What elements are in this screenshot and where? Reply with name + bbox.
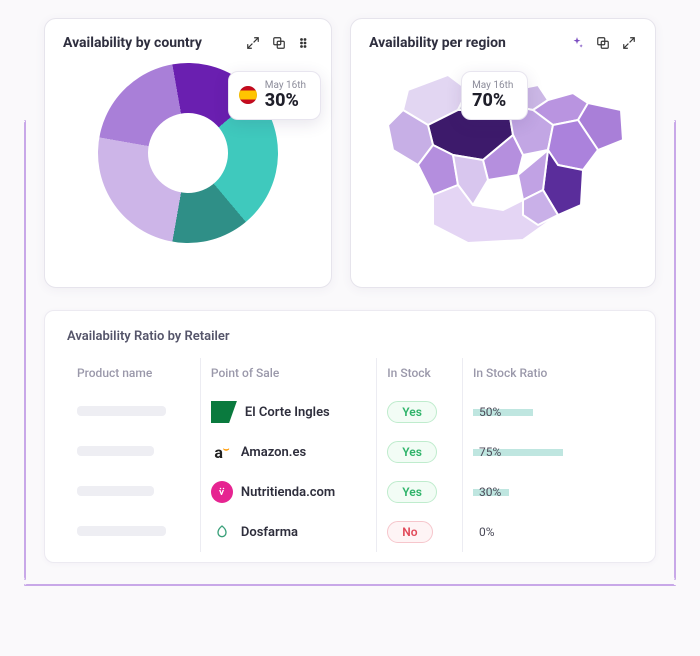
tooltip-percent: 70%: [472, 91, 513, 111]
card-availability-by-country: Availability by country May 16th 30%: [44, 18, 332, 288]
ratio-label: 30%: [473, 485, 501, 499]
copy-icon[interactable]: [271, 35, 287, 51]
retailer-cell: Nutritienda.com: [211, 481, 366, 503]
in-stock-pill: Yes: [387, 441, 437, 463]
table-row: Dosfarma No 0%: [67, 512, 633, 552]
product-name-placeholder: [77, 446, 154, 456]
retailer-table: Product name Point of Sale In Stock In S…: [67, 358, 633, 552]
ratio-cell: 0%: [473, 525, 593, 540]
ratio-label: 75%: [473, 445, 501, 459]
in-stock-pill: No: [387, 521, 432, 543]
retailer-name: Amazon.es: [241, 445, 306, 460]
col-in-stock: In Stock: [377, 358, 463, 392]
product-name-placeholder: [77, 526, 166, 536]
in-stock-pill: Yes: [387, 481, 437, 503]
decorative-dashed-bottom: [24, 584, 676, 586]
product-name-placeholder: [77, 406, 166, 416]
ratio-label: 0%: [473, 525, 495, 539]
expand-icon[interactable]: [245, 35, 261, 51]
retailer-cell: Dosfarma: [211, 521, 366, 543]
grid-icon[interactable]: [297, 35, 313, 51]
ratio-cell: 50%: [473, 405, 593, 420]
nutritienda-logo-icon: [211, 481, 233, 503]
card-availability-per-region: Availability per region: [350, 18, 656, 288]
table-row: a⌣ Amazon.es Yes 75%: [67, 432, 633, 472]
spain-flag-icon: [239, 86, 257, 104]
region-tooltip: May 16th 70%: [461, 71, 528, 120]
card-title: Availability by country: [63, 35, 202, 53]
expand-icon[interactable]: [621, 35, 637, 51]
tooltip-percent: 30%: [265, 91, 306, 111]
table-row: Nutritienda.com Yes 30%: [67, 472, 633, 512]
product-name-placeholder: [77, 486, 154, 496]
ratio-cell: 30%: [473, 485, 593, 500]
retailer-cell: a⌣ Amazon.es: [211, 441, 366, 463]
col-point-of-sale: Point of Sale: [200, 358, 376, 392]
decorative-dashed-left: [24, 120, 26, 580]
retailer-cell: El Corte Ingles: [211, 401, 366, 423]
table-title: Availability Ratio by Retailer: [67, 329, 633, 344]
ratio-cell: 75%: [473, 445, 593, 460]
retailer-name: Nutritienda.com: [241, 485, 335, 500]
retailer-name: Dosfarma: [241, 525, 298, 540]
dosfarma-logo-icon: [211, 521, 233, 543]
el-corte-ingles-logo-icon: [211, 401, 237, 423]
retailer-name: El Corte Ingles: [245, 405, 330, 420]
col-in-stock-ratio: In Stock Ratio: [462, 358, 633, 392]
table-row: El Corte Ingles Yes 50%: [67, 392, 633, 432]
in-stock-pill: Yes: [387, 401, 437, 423]
country-tooltip: May 16th 30%: [228, 71, 321, 120]
amazon-logo-icon: a⌣: [211, 441, 233, 463]
sparkle-icon[interactable]: [569, 35, 585, 51]
card-availability-ratio-by-retailer: Availability Ratio by Retailer Product n…: [44, 310, 656, 563]
card-title: Availability per region: [369, 35, 506, 53]
copy-icon[interactable]: [595, 35, 611, 51]
ratio-label: 50%: [473, 405, 501, 419]
col-product-name: Product name: [67, 358, 200, 392]
decorative-dashed-right: [674, 120, 676, 580]
